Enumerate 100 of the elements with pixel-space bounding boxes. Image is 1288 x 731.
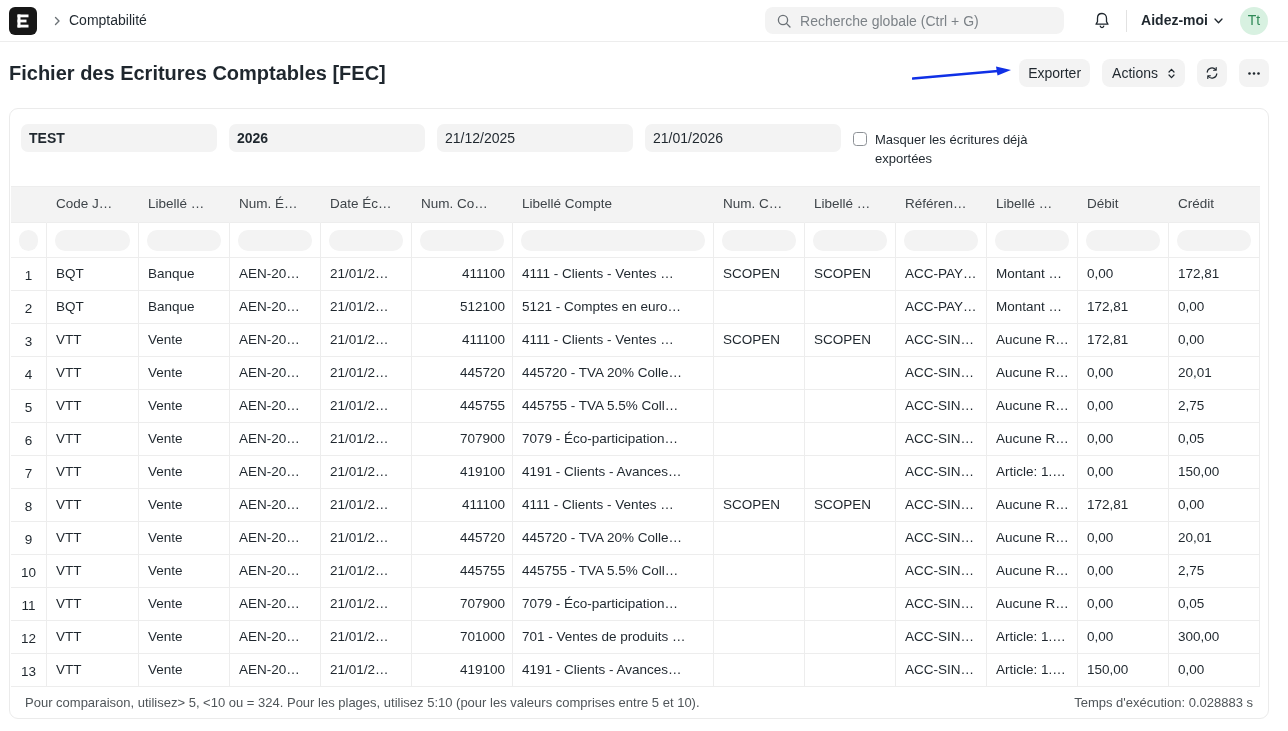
column-header[interactable]: Num. C… <box>714 187 805 223</box>
table-cell: 445755 <box>412 390 513 423</box>
table-cell: 21/01/2… <box>321 654 412 687</box>
checkbox-label: Masquer les écritures déjà exportées <box>875 131 1029 168</box>
column-header[interactable]: Libellé … <box>987 187 1078 223</box>
app-logo-icon[interactable] <box>9 6 37 35</box>
actions-menu-button[interactable]: Actions <box>1102 59 1185 87</box>
column-header[interactable]: Référen… <box>896 187 987 223</box>
table-cell: 512100 <box>412 291 513 324</box>
table-cell: 2,75 <box>1169 390 1260 423</box>
table-cell: 7079 - Éco-participation… <box>513 423 714 456</box>
table-cell: 445720 - TVA 20% Colle… <box>513 522 714 555</box>
table-cell: Vente <box>139 621 230 654</box>
help-menu-button[interactable]: Aidez-moi <box>1135 8 1229 33</box>
filter-field[interactable]: 21/12/2025 <box>437 124 633 152</box>
filter-field[interactable]: 2026 <box>229 124 425 152</box>
column-header[interactable]: Code J… <box>47 187 139 223</box>
table-cell: AEN-20… <box>230 291 321 324</box>
table-cell: 21/01/2… <box>321 324 412 357</box>
table-cell: 172,81 <box>1169 258 1260 291</box>
table-cell: ACC-SIN… <box>896 555 987 588</box>
table-cell: 21/01/2… <box>321 291 412 324</box>
table-cell: 445720 <box>412 357 513 390</box>
table-cell: VTT <box>47 621 139 654</box>
table-cell: 21/01/2… <box>321 555 412 588</box>
search-field[interactable]: Recherche globale (Ctrl + G) <box>765 7 1065 34</box>
table-cell: AEN-20… <box>230 258 321 291</box>
table-cell: 300,00 <box>1169 621 1260 654</box>
column-header[interactable]: Crédit <box>1169 187 1260 223</box>
table-cell: 0,00 <box>1169 654 1260 687</box>
table-cell: 701 - Ventes de produits … <box>513 621 714 654</box>
table-cell: 0,00 <box>1078 423 1169 456</box>
table-cell: 0,00 <box>1169 489 1260 522</box>
user-avatar[interactable]: Tt <box>1240 6 1268 35</box>
row-number: 9 <box>11 522 47 555</box>
table-cell: 0,00 <box>1078 357 1169 390</box>
table-cell: Vente <box>139 654 230 687</box>
table-cell: ACC-SIN… <box>896 456 987 489</box>
row-number: 7 <box>11 456 47 489</box>
table-cell: 411100 <box>412 489 513 522</box>
up-down-caret-icon <box>1168 67 1175 79</box>
table-cell: Banque <box>139 291 230 324</box>
table-cell: 21/01/2… <box>321 522 412 555</box>
table-cell: AEN-20… <box>230 555 321 588</box>
column-header[interactable]: Num. É… <box>230 187 321 223</box>
table-cell: AEN-20… <box>230 489 321 522</box>
column-header[interactable]: Libellé … <box>139 187 230 223</box>
column-header[interactable]: Date Éc… <box>321 187 412 223</box>
table-cell: Vente <box>139 489 230 522</box>
row-number: 12 <box>11 621 47 654</box>
column-header[interactable]: Num. Co… <box>412 187 513 223</box>
table-cell: Vente <box>139 423 230 456</box>
table-cell: 172,81 <box>1078 324 1169 357</box>
column-header[interactable]: Libellé Compte <box>513 187 714 223</box>
table-cell: 7079 - Éco-participation… <box>513 588 714 621</box>
refresh-button[interactable] <box>1197 59 1227 87</box>
table-cell: VTT <box>47 588 139 621</box>
table-cell: 21/01/2… <box>321 357 412 390</box>
table-cell: 21/01/2… <box>321 621 412 654</box>
row-number: 11 <box>11 588 47 621</box>
table-cell: Aucune R… <box>987 390 1078 423</box>
table-cell: 707900 <box>412 423 513 456</box>
table-cell: 445720 <box>412 522 513 555</box>
table-cell: BQT <box>47 258 139 291</box>
filter-field[interactable]: TEST <box>21 124 217 152</box>
table-cell: 21/01/2… <box>321 588 412 621</box>
table-cell: Vente <box>139 390 230 423</box>
table-cell: 0,00 <box>1078 390 1169 423</box>
table-cell: ACC-PAY… <box>896 291 987 324</box>
column-header[interactable]: Débit <box>1078 187 1169 223</box>
table-cell: 0,00 <box>1169 324 1260 357</box>
table-cell: 419100 <box>412 654 513 687</box>
export-button[interactable]: Exporter <box>1019 59 1091 87</box>
row-number: 10 <box>11 555 47 588</box>
table-cell: 21/01/2… <box>321 390 412 423</box>
checkbox[interactable] <box>853 132 867 146</box>
table-cell: 445755 - TVA 5.5% Coll… <box>513 555 714 588</box>
table-cell: 150,00 <box>1078 654 1169 687</box>
table-cell: 21/01/2… <box>321 258 412 291</box>
table-cell: Vente <box>139 456 230 489</box>
table-cell: Montant … <box>987 258 1078 291</box>
table-cell: 4191 - Clients - Avances… <box>513 654 714 687</box>
table-cell: ACC-SIN… <box>896 621 987 654</box>
filter-field[interactable]: 21/01/2026 <box>645 124 841 152</box>
table-cell: 411100 <box>412 258 513 291</box>
table-cell: AEN-20… <box>230 357 321 390</box>
chevron-right-icon <box>52 15 62 26</box>
table-cell: ACC-SIN… <box>896 324 987 357</box>
table-cell: AEN-20… <box>230 588 321 621</box>
more-button[interactable] <box>1239 59 1269 87</box>
table-cell: 445755 <box>412 555 513 588</box>
table-cell: 0,00 <box>1078 522 1169 555</box>
table-cell: Banque <box>139 258 230 291</box>
page-title: Fichier des Ecritures Comptables [FEC] <box>9 61 386 85</box>
table-cell: SCOPEN <box>714 324 805 357</box>
table-cell: ACC-SIN… <box>896 654 987 687</box>
bell-icon[interactable] <box>1094 12 1111 29</box>
breadcrumb-link[interactable]: Comptabilité <box>69 10 147 31</box>
column-header[interactable]: Libellé … <box>805 187 896 223</box>
table-cell: VTT <box>47 456 139 489</box>
